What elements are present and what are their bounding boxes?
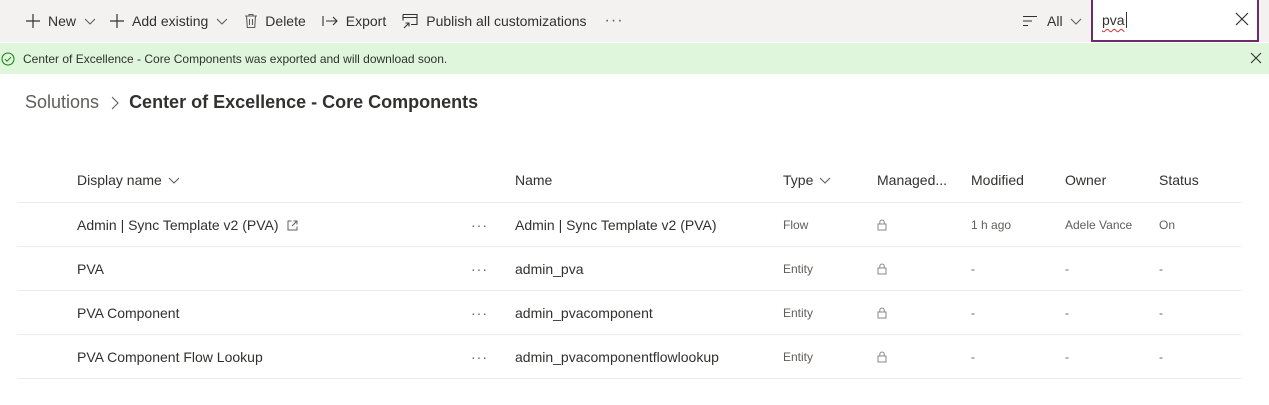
column-header-label: Modified <box>971 172 1024 188</box>
publish-all-button[interactable]: Publish all customizations <box>402 0 587 42</box>
display-name-text: Admin | Sync Template v2 (PVA) <box>77 217 279 233</box>
column-header-managed[interactable]: Managed... <box>877 172 947 188</box>
row-status: On <box>1159 218 1176 232</box>
add-existing-label: Add existing <box>132 13 209 29</box>
column-header-label: Managed... <box>877 172 948 188</box>
row-status: - <box>1159 262 1163 276</box>
table-row[interactable]: PVA ··· admin_pva Entity - - - <box>17 247 1241 291</box>
column-header-label: Name <box>515 172 553 188</box>
filter-lines-icon <box>1023 15 1037 27</box>
column-header-modified[interactable]: Modified <box>971 172 1024 188</box>
row-modified: - <box>971 350 975 364</box>
row-name: admin_pvacomponent <box>515 305 653 321</box>
column-header-label: Display name <box>77 172 162 188</box>
export-button[interactable]: Export <box>322 0 386 42</box>
row-type: Entity <box>783 306 814 320</box>
publish-label: Publish all customizations <box>426 13 587 29</box>
close-icon[interactable] <box>1250 52 1262 64</box>
close-icon[interactable] <box>1235 12 1249 26</box>
row-owner: - <box>1065 350 1069 364</box>
components-table: Display name Name Type Managed... Modifi… <box>17 158 1241 379</box>
view-filter[interactable]: All <box>1022 0 1082 42</box>
search-input[interactable]: pva <box>1091 0 1259 42</box>
chevron-right-icon <box>111 96 119 109</box>
plus-icon <box>26 14 40 28</box>
row-owner: - <box>1065 306 1069 320</box>
lock-icon <box>877 247 887 291</box>
table-row[interactable]: Admin | Sync Template v2 (PVA) ··· Admin… <box>17 203 1241 247</box>
filter-label: All <box>1047 13 1063 29</box>
table-row[interactable]: PVA Component Flow Lookup ··· admin_pvac… <box>17 335 1241 379</box>
plus-icon <box>110 14 125 28</box>
row-owner: Adele Vance <box>1065 218 1133 232</box>
row-display-name[interactable]: PVA Component <box>77 291 179 335</box>
page-title: Center of Excellence - Core Components <box>129 92 479 112</box>
row-modified: 1 h ago <box>971 218 1012 232</box>
more-icon[interactable]: ··· <box>471 291 488 335</box>
trash-icon <box>245 13 258 29</box>
success-message-bar: Center of Excellence - Core Components w… <box>0 43 1269 74</box>
more-icon[interactable]: ··· <box>471 335 488 379</box>
row-status: - <box>1159 306 1163 320</box>
table-row[interactable]: PVA Component ··· admin_pvacomponent Ent… <box>17 291 1241 335</box>
lock-icon <box>877 203 887 247</box>
chevron-down-icon <box>168 177 180 184</box>
row-modified: - <box>971 306 975 320</box>
column-header-label: Owner <box>1065 172 1107 188</box>
column-header-owner[interactable]: Owner <box>1065 172 1106 188</box>
column-header-display-name[interactable]: Display name <box>77 172 180 188</box>
row-type: Entity <box>783 350 814 364</box>
search-value: pva <box>1102 12 1125 28</box>
row-display-name[interactable]: PVA <box>77 247 104 291</box>
column-header-label: Type <box>783 172 814 188</box>
delete-label: Delete <box>265 13 306 29</box>
chevron-down-icon <box>1070 18 1081 25</box>
more-icon[interactable]: ··· <box>471 203 488 247</box>
publish-icon <box>402 13 418 29</box>
row-type: Entity <box>783 262 814 276</box>
row-name: admin_pvacomponentflowlookup <box>515 349 719 365</box>
breadcrumb-solutions-link[interactable]: Solutions <box>25 92 99 113</box>
row-display-name[interactable]: Admin | Sync Template v2 (PVA) <box>77 203 298 247</box>
row-name: Admin | Sync Template v2 (PVA) <box>515 217 717 233</box>
row-type: Flow <box>783 218 809 232</box>
lock-icon <box>877 335 887 379</box>
export-label: Export <box>345 13 387 29</box>
row-display-name[interactable]: PVA Component Flow Lookup <box>77 335 263 379</box>
row-name: admin_pva <box>515 261 584 277</box>
table-header: Display name Name Type Managed... Modifi… <box>17 158 1241 203</box>
breadcrumb: Solutions Center of Excellence - Core Co… <box>25 92 478 113</box>
open-external-icon[interactable] <box>287 220 298 231</box>
text-caret <box>1125 12 1127 28</box>
row-status: - <box>1159 350 1163 364</box>
column-header-status[interactable]: Status <box>1159 172 1199 188</box>
chevron-down-icon <box>84 18 96 25</box>
row-owner: - <box>1065 262 1069 276</box>
column-header-type[interactable]: Type <box>783 172 831 188</box>
column-header-name[interactable]: Name <box>515 172 552 188</box>
more-icon[interactable]: ··· <box>471 247 488 291</box>
column-header-label: Status <box>1159 172 1199 188</box>
new-label: New <box>48 13 77 29</box>
chevron-down-icon <box>819 177 831 184</box>
message-text: Center of Excellence - Core Components w… <box>23 51 448 66</box>
chevron-down-icon <box>216 18 228 25</box>
export-arrow-icon <box>322 16 338 26</box>
delete-button[interactable]: Delete <box>244 0 306 42</box>
new-button[interactable]: New <box>25 0 96 42</box>
check-circle-icon <box>1 52 15 65</box>
more-icon[interactable]: ··· <box>605 0 624 42</box>
row-modified: - <box>971 262 975 276</box>
add-existing-button[interactable]: Add existing <box>109 0 228 42</box>
lock-icon <box>877 291 887 335</box>
